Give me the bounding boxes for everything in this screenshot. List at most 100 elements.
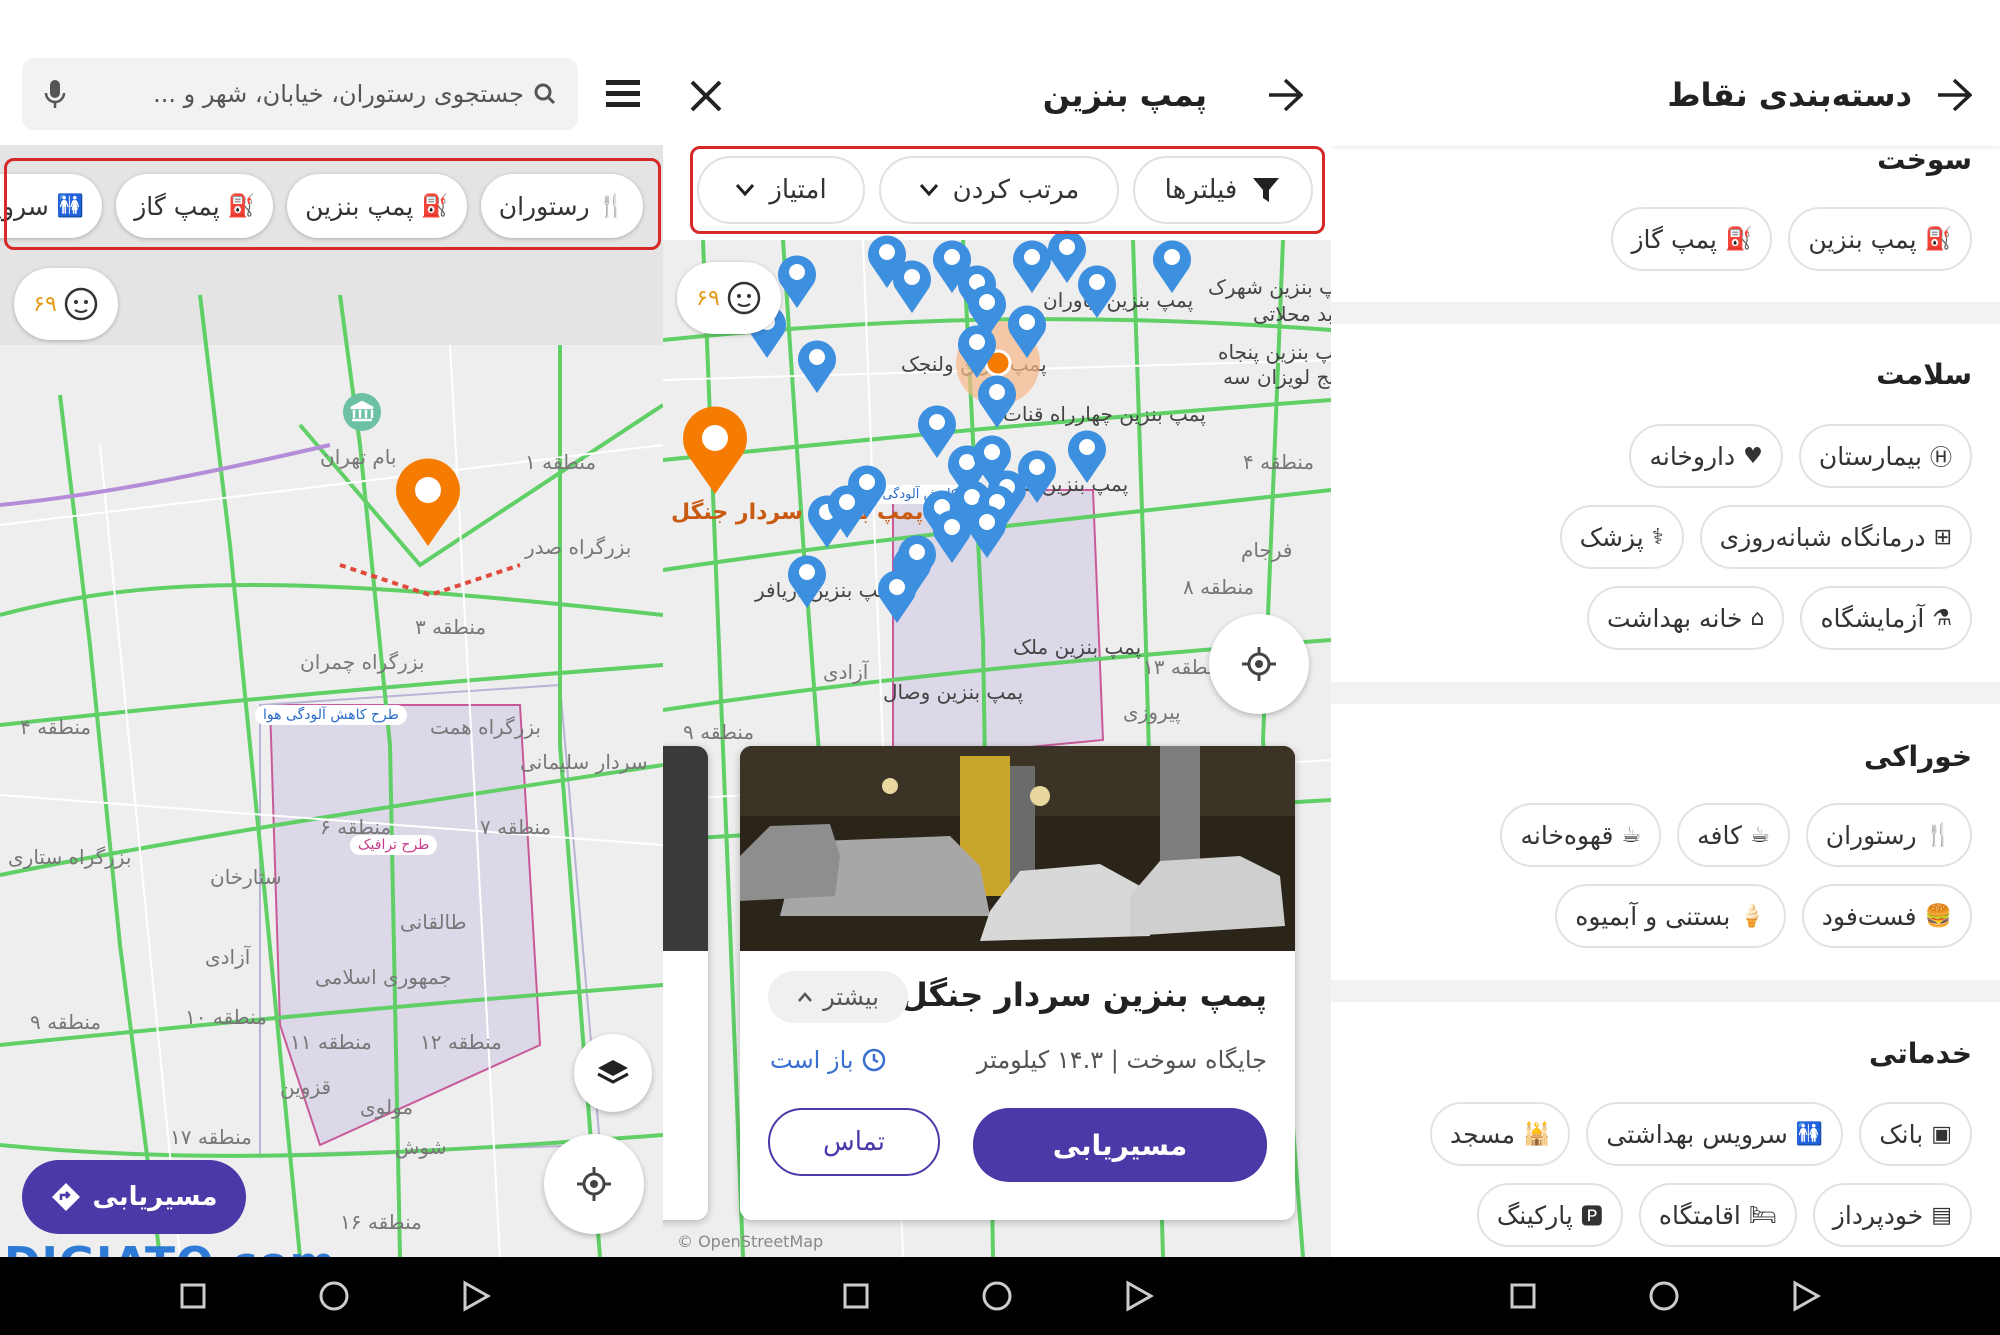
category-mosque[interactable]: 🕌 مسجد xyxy=(1430,1102,1571,1166)
category-label: قهوه‌خانه xyxy=(1520,820,1614,850)
category-label: پزشک xyxy=(1579,522,1644,552)
gas-station-pin[interactable] xyxy=(1063,425,1111,485)
card-title: پمپ بنزین سردار جنگل xyxy=(899,976,1267,1014)
category-pharmacy[interactable]: ♥ داروخانه xyxy=(1629,424,1783,488)
contact-button[interactable]: تماس xyxy=(768,1108,940,1176)
traffic-badge[interactable]: ۶۹ xyxy=(677,262,781,334)
home-button[interactable] xyxy=(304,1257,364,1335)
category-label: بیمارستان xyxy=(1818,441,1922,471)
category-parking[interactable]: 🅿 پارکینگ xyxy=(1476,1183,1623,1247)
map-label: سردار سلیمانی xyxy=(520,750,648,774)
open-status: باز است xyxy=(770,1046,886,1074)
pharmacy-icon: ♥ xyxy=(1743,443,1763,469)
map-label: قزوین xyxy=(280,1075,332,1099)
category-clinic[interactable]: ⊞ درمانگاه شبانه‌روزی xyxy=(1699,505,1972,569)
parking-icon: 🅿 xyxy=(1580,1205,1603,1230)
gas-station-pin[interactable] xyxy=(793,335,841,395)
android-nav-bar xyxy=(0,1257,2000,1335)
category-label: درمانگاه شبانه‌روزی xyxy=(1719,522,1926,552)
back-button[interactable] xyxy=(1109,1257,1169,1335)
category-health-house[interactable]: ⌂ خانه بهداشت xyxy=(1587,586,1785,650)
gas-station-pin[interactable] xyxy=(783,550,831,610)
category-restaurant[interactable]: 🍴 رستوران xyxy=(1805,803,1972,867)
category-bank[interactable]: ▣ بانک xyxy=(1859,1102,1972,1166)
gas-station-pin[interactable] xyxy=(973,370,1021,430)
museum-poi-icon[interactable] xyxy=(340,390,384,434)
search-bar[interactable]: جستجوی رستوران، خیابان، شهر و ... xyxy=(22,58,578,130)
category-atm[interactable]: ▤ خودپرداز xyxy=(1812,1183,1972,1247)
home-button[interactable] xyxy=(1634,1257,1694,1335)
recents-button[interactable] xyxy=(163,1257,223,1335)
clock-icon xyxy=(862,1048,885,1072)
selected-location-pin[interactable] xyxy=(388,452,468,548)
gas-station-pin[interactable] xyxy=(1003,300,1051,360)
bed-icon: 🛏 xyxy=(1748,1202,1777,1228)
map-label: منطقه ۱۲ xyxy=(420,1030,502,1054)
category-gas-station[interactable]: ⛽ پمپ بنزین xyxy=(1788,207,1972,271)
map-label: منطقه ۳ xyxy=(415,615,487,639)
triangle-icon xyxy=(1793,1280,1821,1312)
section-title-services: خدماتی xyxy=(1868,1037,1972,1070)
route-button[interactable]: مسیریابی xyxy=(973,1108,1267,1182)
microphone-icon[interactable] xyxy=(44,79,66,109)
gas-station-pin[interactable] xyxy=(1148,235,1196,295)
health-house-icon: ⌂ xyxy=(1750,605,1765,631)
category-hospital[interactable]: Ⓗ بیمارستان xyxy=(1798,424,1972,488)
bank-icon: ▣ xyxy=(1931,1121,1952,1147)
result-card-previous[interactable] xyxy=(663,746,708,1220)
gas-station-pin[interactable] xyxy=(1073,260,1121,320)
map-label: منطقه ۱۶ xyxy=(340,1210,422,1234)
gas-station-pin[interactable] xyxy=(888,255,936,315)
chevron-up-icon xyxy=(798,992,813,1002)
category-lodging[interactable]: 🛏 اقامتگاه xyxy=(1638,1183,1797,1247)
map-label: ستارخان xyxy=(210,865,282,889)
map-label: بام تهران xyxy=(320,445,397,469)
highlight-box xyxy=(4,158,661,250)
menu-icon[interactable] xyxy=(604,78,644,110)
gas-station-pin[interactable] xyxy=(823,480,871,540)
more-button[interactable]: بیشتر xyxy=(768,971,908,1023)
route-button[interactable]: مسیریابی xyxy=(22,1160,246,1234)
home-button[interactable] xyxy=(967,1257,1027,1335)
category-row: ▤ خودپرداز 🛏 اقامتگاه 🅿 پارکینگ xyxy=(1476,1183,1972,1247)
page-title: دسته‌بندی نقاط xyxy=(1667,76,1912,114)
selected-station-pin[interactable] xyxy=(675,400,755,496)
category-teahouse[interactable]: ☕ قهوه‌خانه xyxy=(1500,803,1662,867)
categories-header: دسته‌بندی نقاط xyxy=(1331,0,2000,146)
result-card[interactable]: پمپ بنزین سردار جنگل بیشتر جایگاه سوخت |… xyxy=(740,746,1295,1220)
category-cafe[interactable]: ☕ کافه xyxy=(1677,803,1790,867)
map-label: منطقه ۱۷ xyxy=(170,1125,252,1149)
category-restroom[interactable]: 🚻 سرویس بهداشتی xyxy=(1586,1102,1844,1166)
teapot-icon: ☕ xyxy=(1621,822,1642,848)
category-lab[interactable]: ⚗ آزمایشگاه xyxy=(1800,586,1972,650)
recents-button[interactable] xyxy=(826,1257,886,1335)
back-arrow-icon[interactable] xyxy=(1267,78,1303,112)
back-arrow-icon[interactable] xyxy=(1936,78,1972,112)
section-title-food: خوراکی xyxy=(1863,740,1972,773)
route-button-label: مسیریابی xyxy=(92,1182,218,1212)
square-icon xyxy=(843,1283,869,1309)
map-label: جمهوری اسلامی xyxy=(315,965,452,989)
recents-button[interactable] xyxy=(1493,1257,1553,1335)
triangle-icon xyxy=(1126,1280,1154,1312)
back-button[interactable] xyxy=(1776,1257,1836,1335)
my-location-button[interactable] xyxy=(1209,614,1309,714)
layers-button[interactable] xyxy=(574,1034,652,1112)
traffic-badge-value: ۶۹ xyxy=(33,291,57,317)
gas-station-pin[interactable] xyxy=(963,500,1011,560)
category-ice-cream[interactable]: 🍦 بستنی و آبمیوه xyxy=(1555,884,1786,948)
gas-station-pin[interactable] xyxy=(873,565,921,625)
close-icon[interactable] xyxy=(688,78,724,114)
my-location-button[interactable] xyxy=(544,1134,644,1234)
section-title-fuel: سوخت xyxy=(1877,143,1972,176)
category-fastfood[interactable]: 🍔 فست‌فود xyxy=(1801,884,1972,948)
categories-screen: دسته‌بندی نقاط سوخت ⛽ پمپ بنزین ⛽ پمپ گاز … xyxy=(1331,0,2000,1257)
traffic-badge-value: ۶۹ xyxy=(696,285,720,311)
back-button[interactable] xyxy=(446,1257,506,1335)
category-cng-station[interactable]: ⛽ پمپ گاز xyxy=(1611,207,1773,271)
search-input[interactable]: جستجوی رستوران، خیابان، شهر و ... xyxy=(66,80,524,108)
map-label: منطقه ۴ xyxy=(20,715,92,739)
category-doctor[interactable]: ⚕ پزشک xyxy=(1559,505,1684,569)
category-label: خانه بهداشت xyxy=(1607,603,1743,633)
traffic-badge[interactable]: ۶۹ xyxy=(14,268,118,340)
